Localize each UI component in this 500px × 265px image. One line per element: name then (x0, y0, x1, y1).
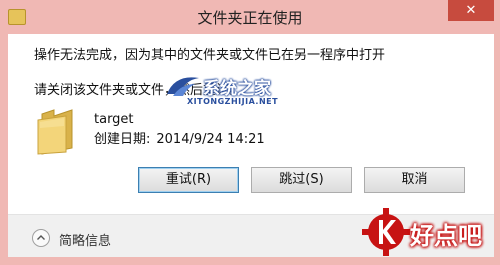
details-label: 简略信息 (59, 234, 112, 249)
title-bar: 文件夹正在使用 ✕ (0, 0, 500, 34)
brand-watermark-text: 好点吧 (410, 222, 482, 250)
cancel-button[interactable]: 取消 (364, 167, 465, 193)
site-watermark-en: XITONGZHIJIA.NET (187, 97, 279, 106)
site-logo-icon (167, 77, 199, 96)
site-watermark: 系统之家 XITONGZHIJIA.NET (165, 72, 315, 112)
window-title: 文件夹正在使用 (197, 9, 303, 27)
brand-watermark: 好点吧 (360, 200, 500, 265)
dialog-content: 操作无法完成，因为其中的文件夹或文件已在另一程序中打开 请关闭该文件夹或文件，然… (8, 34, 494, 215)
retry-button[interactable]: 重试(R) (138, 167, 239, 193)
error-message: 操作无法完成，因为其中的文件夹或文件已在另一程序中打开 (34, 48, 386, 63)
file-name: target (94, 112, 134, 127)
site-watermark-zh: 系统之家 (203, 79, 271, 99)
close-button[interactable]: ✕ (448, 0, 494, 21)
date-label: 创建日期: (94, 132, 151, 147)
brand-logo-icon (362, 208, 410, 256)
skip-button[interactable]: 跳过(S) (251, 167, 352, 193)
file-date: 创建日期: 2014/9/24 14:21 (94, 128, 265, 147)
chevron-up-icon[interactable] (32, 229, 50, 247)
large-folder-icon (37, 109, 73, 155)
date-value: 2014/9/24 14:21 (156, 132, 265, 147)
